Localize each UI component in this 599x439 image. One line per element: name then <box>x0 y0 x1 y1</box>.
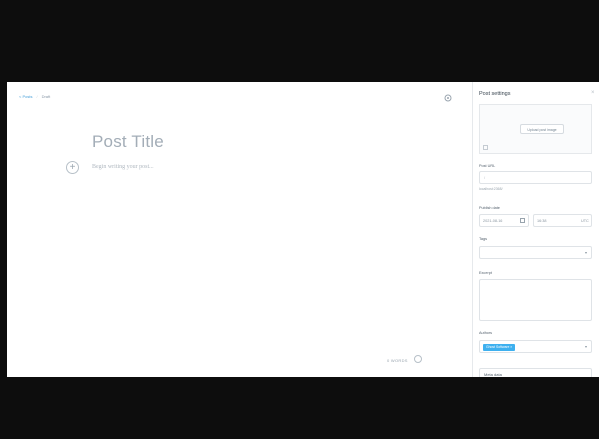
post-url-hint: localhost:2368/ <box>479 187 503 191</box>
meta-data-menu-item[interactable]: Meta data <box>479 368 592 377</box>
sidebar-title: Post settings <box>479 91 511 97</box>
post-body-editor[interactable]: Begin writing your post... <box>92 164 154 170</box>
post-settings-sidebar: Post settings × Upload post image Post U… <box>472 82 599 377</box>
publish-time-input[interactable]: 16:38 UTC <box>533 214 592 227</box>
post-title-input[interactable]: Post Title <box>92 132 164 152</box>
breadcrumb: < Posts / Draft <box>19 94 50 99</box>
settings-gear-icon[interactable] <box>443 93 453 103</box>
calendar-icon[interactable] <box>520 217 525 223</box>
post-url-input[interactable]: / <box>479 171 592 184</box>
close-icon[interactable]: × <box>591 90 595 96</box>
excerpt-label: Excerpt <box>479 271 492 275</box>
bottom-letterbox <box>0 377 599 439</box>
publish-date-label: Publish date <box>479 206 500 210</box>
chevron-down-icon: ▾ <box>584 250 587 255</box>
publish-time-value: 16:38 <box>537 218 547 223</box>
word-count: 0 WORDS <box>387 358 408 363</box>
image-icon[interactable] <box>483 145 488 150</box>
excerpt-textarea[interactable] <box>479 279 592 321</box>
back-to-posts-link[interactable]: < Posts <box>19 94 32 99</box>
post-url-placeholder: / <box>484 175 486 180</box>
breadcrumb-separator: / <box>36 94 38 99</box>
upload-image-button[interactable]: Upload post image <box>520 124 564 134</box>
editor-pane: < Posts / Draft Post Title + Begin writi… <box>7 82 472 377</box>
top-letterbox <box>0 0 599 82</box>
publish-date-value: 2021-08-16 <box>483 218 503 223</box>
authors-label: Authors <box>479 331 493 335</box>
post-image-dropzone[interactable]: Upload post image <box>479 104 592 154</box>
timezone-label: UTC <box>581 218 589 223</box>
author-tag[interactable]: Ghost Software × <box>483 344 516 351</box>
chevron-down-icon: ▾ <box>584 344 587 349</box>
ghost-editor-app: < Posts / Draft Post Title + Begin writi… <box>7 82 599 377</box>
authors-select[interactable]: Ghost Software × ▾ <box>479 340 592 353</box>
help-icon[interactable] <box>414 355 422 363</box>
post-url-label: Post URL <box>479 164 496 168</box>
tags-select[interactable]: ▾ <box>479 246 592 259</box>
publish-date-input[interactable]: 2021-08-16 <box>479 214 529 227</box>
breadcrumb-current: Draft <box>41 94 51 99</box>
add-card-plus-icon[interactable]: + <box>66 161 79 174</box>
tags-label: Tags <box>479 237 488 241</box>
